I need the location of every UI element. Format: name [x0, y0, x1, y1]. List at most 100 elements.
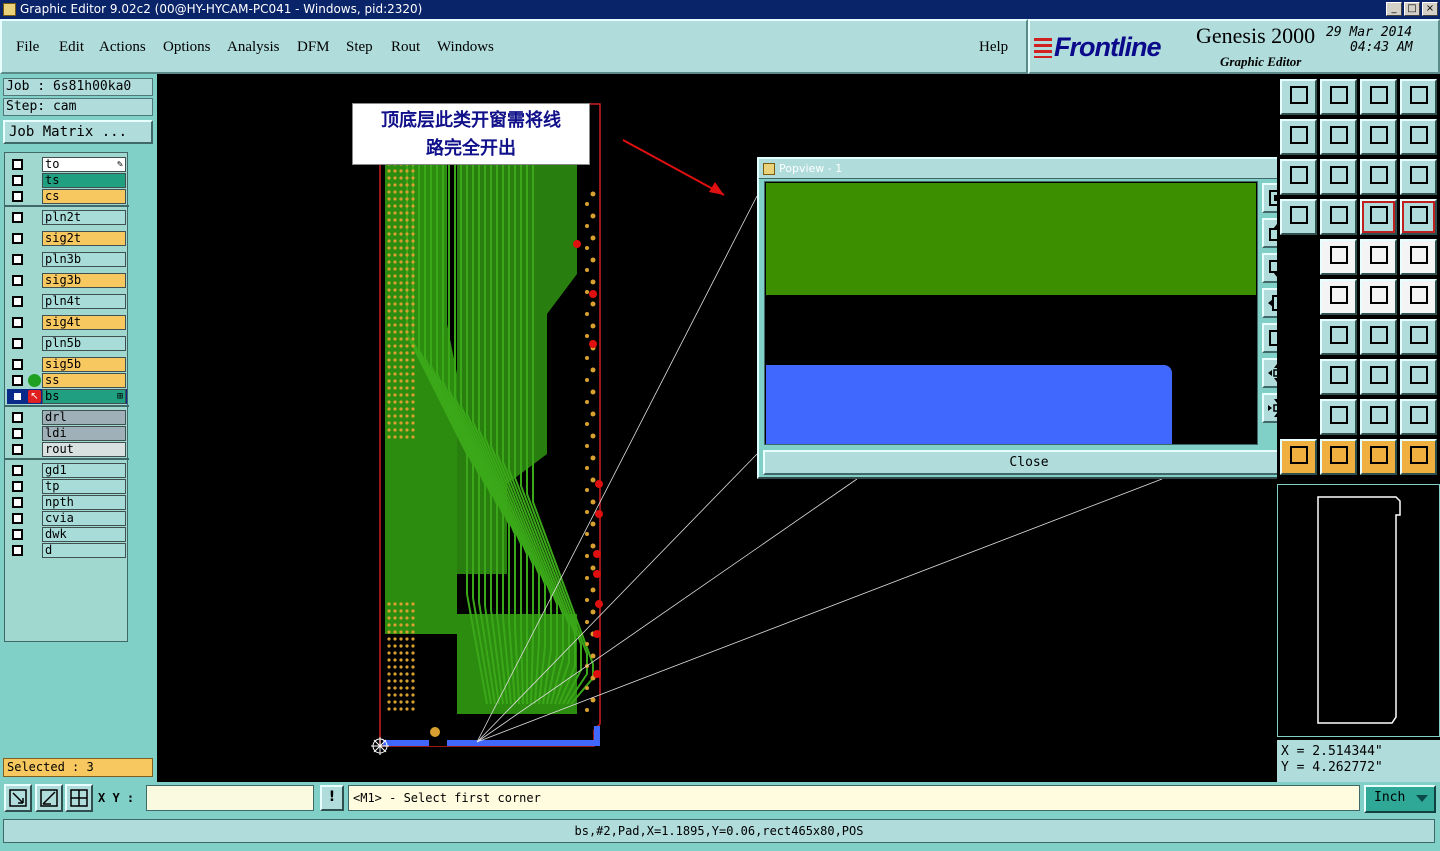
layer-row-ts[interactable]: ts — [7, 173, 127, 188]
layer-row-bs[interactable]: ↖ bs ⊞ — [7, 389, 127, 404]
layer-name[interactable]: ss — [42, 373, 126, 388]
layer-name[interactable]: gd1 — [42, 463, 126, 478]
layer-name[interactable]: pln5b — [42, 336, 126, 351]
layer-name[interactable]: tp — [42, 479, 126, 494]
layer-checkbox[interactable] — [14, 393, 21, 400]
snake-route-button[interactable] — [1400, 119, 1437, 155]
diagonal-line-button[interactable] — [1320, 319, 1357, 355]
pad-target-button[interactable] — [1400, 239, 1437, 275]
layer-checkbox[interactable] — [12, 497, 23, 508]
layer-row-pln4t[interactable]: pln4t — [7, 294, 127, 309]
layer-row-tp[interactable]: tp — [7, 479, 127, 494]
xy-input[interactable] — [146, 785, 314, 811]
layer-checkbox[interactable] — [12, 175, 23, 186]
edit-shape-button[interactable] — [1320, 239, 1357, 275]
job-matrix-button[interactable]: Job Matrix ... — [3, 120, 153, 144]
layer-row-sig2t[interactable]: sig2t — [7, 231, 127, 246]
layer-name[interactable]: d — [42, 543, 126, 558]
pointer-button[interactable] — [1360, 439, 1397, 475]
layer-checkbox[interactable] — [12, 317, 23, 328]
menu-edit[interactable]: Edit — [59, 39, 84, 56]
layer-checkbox[interactable] — [12, 375, 23, 386]
layer-row-ldi[interactable]: ldi — [7, 426, 127, 441]
layer-pads-red-button[interactable] — [1400, 199, 1437, 235]
measure-button[interactable] — [35, 784, 63, 812]
layer-name[interactable]: drl — [42, 410, 126, 425]
layer-name[interactable]: sig5b — [42, 357, 126, 372]
scale-1-2-button[interactable] — [1360, 159, 1397, 195]
layer-name[interactable]: rout — [42, 442, 126, 457]
layer-name[interactable]: dwk — [42, 527, 126, 542]
layer-checkbox[interactable] — [12, 296, 23, 307]
layer-name[interactable]: bs ⊞ — [42, 389, 126, 404]
help-query-button[interactable] — [1400, 159, 1437, 195]
layer-checkbox[interactable] — [12, 212, 23, 223]
menu-windows[interactable]: Windows — [437, 39, 494, 56]
layer-checkbox[interactable] — [12, 513, 23, 524]
overview-map[interactable] — [1277, 484, 1440, 737]
select-region-button[interactable] — [1320, 439, 1357, 475]
menu-help[interactable]: Help — [979, 39, 1008, 56]
layer-checkbox[interactable] — [12, 529, 23, 540]
maximize-button[interactable]: □ — [1404, 2, 1420, 16]
grid-snap-button[interactable] — [65, 784, 93, 812]
net-select-button[interactable] — [1400, 439, 1437, 475]
menu-dfm[interactable]: DFM — [297, 39, 330, 56]
menu-step[interactable]: Step — [346, 39, 373, 56]
layer-checkbox[interactable] — [12, 465, 23, 476]
triangle-right-button[interactable] — [1400, 399, 1437, 435]
refresh-button[interactable] — [1280, 159, 1317, 195]
layer-checkbox[interactable] — [12, 444, 23, 455]
surface-button[interactable] — [1400, 359, 1437, 395]
layer-row-pln3b[interactable]: pln3b — [7, 252, 127, 267]
layer-checkbox[interactable] — [12, 545, 23, 556]
exclamation-button[interactable]: ! — [320, 785, 344, 811]
window-split-button[interactable] — [1400, 79, 1437, 115]
contour-button[interactable] — [1400, 319, 1437, 355]
layer-name[interactable]: pln4t — [42, 294, 126, 309]
layer-name[interactable]: sig2t — [42, 231, 126, 246]
layer-name[interactable]: ts — [42, 173, 126, 188]
zoom-window-button[interactable] — [4, 784, 32, 812]
menu-file[interactable]: File — [16, 39, 39, 56]
menu-rout[interactable]: Rout — [391, 39, 420, 56]
triangle-a-button[interactable] — [1320, 399, 1357, 435]
layer-row-gd1[interactable]: gd1 — [7, 463, 127, 478]
select-arrow-button[interactable] — [1280, 439, 1317, 475]
layer-row-sig5b[interactable]: sig5b — [7, 357, 127, 372]
layer-row-to[interactable]: to ✎ — [7, 157, 127, 172]
layer-name[interactable]: npth — [42, 495, 126, 510]
menu-analysis[interactable]: Analysis — [227, 39, 280, 56]
popview-title-bar[interactable]: Popview - 1 — [759, 159, 1297, 179]
close-window-button[interactable]: × — [1422, 2, 1438, 16]
layer-checkbox[interactable] — [12, 359, 23, 370]
layer-row-cvia[interactable]: cvia — [7, 511, 127, 526]
move-button[interactable] — [1320, 159, 1357, 195]
cross-delete-button[interactable] — [1320, 279, 1357, 315]
layer-checkbox[interactable] — [12, 428, 23, 439]
layer-checkbox[interactable] — [12, 275, 23, 286]
layer-name[interactable]: ldi — [42, 426, 126, 441]
pan-left-button[interactable] — [1280, 119, 1317, 155]
layer-row-npth[interactable]: npth — [7, 495, 127, 510]
menu-options[interactable]: Options — [163, 39, 211, 56]
grid-dense-button[interactable] — [1320, 199, 1357, 235]
layer-row-drl[interactable]: drl — [7, 410, 127, 425]
layer-row-dwk[interactable]: dwk — [7, 527, 127, 542]
move-segment-button[interactable] — [1320, 359, 1357, 395]
zoom-reset-button[interactable] — [1320, 79, 1357, 115]
popview-close-button[interactable]: Close — [763, 450, 1295, 475]
connect-node-button[interactable] — [1360, 279, 1397, 315]
layer-row-rout[interactable]: rout — [7, 442, 127, 457]
layer-checkbox[interactable] — [12, 412, 23, 423]
minimize-button[interactable]: _ — [1386, 2, 1402, 16]
rotate-view-button[interactable] — [1360, 119, 1397, 155]
pan-right-button[interactable] — [1320, 119, 1357, 155]
connect-arrow-button[interactable] — [1400, 279, 1437, 315]
layer-row-sig4t[interactable]: sig4t — [7, 315, 127, 330]
layer-pads-button[interactable] — [1360, 199, 1397, 235]
layer-name[interactable]: cvia — [42, 511, 126, 526]
layer-row-d[interactable]: d — [7, 543, 127, 558]
triangle-net-button[interactable] — [1360, 399, 1397, 435]
popview-zoom-view[interactable] — [764, 181, 1258, 445]
